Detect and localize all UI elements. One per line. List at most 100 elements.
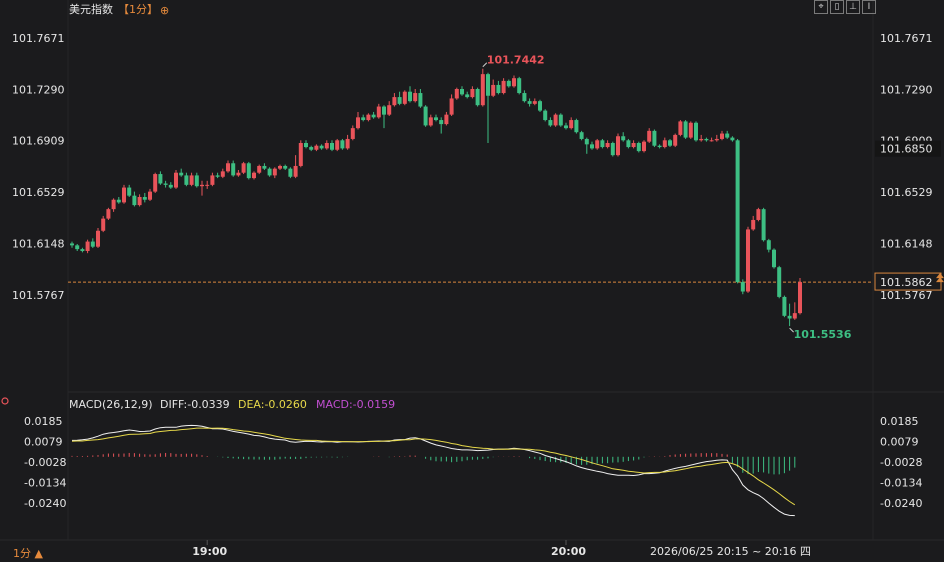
period-selector[interactable]: 1分 ▲ xyxy=(13,547,43,560)
price-tick-label: 101.7290 xyxy=(12,83,65,96)
candle-body xyxy=(600,140,605,148)
kline-chart: 美元指数 【1分】 ⊕ 101.7671101.7290101.6909101.… xyxy=(0,0,944,560)
candle-body xyxy=(80,249,85,252)
time-tick-label: 19:00 xyxy=(192,545,227,558)
candle-body xyxy=(434,117,438,121)
candle-body xyxy=(96,230,100,247)
candle-body xyxy=(444,114,449,125)
macd-histogram xyxy=(71,452,796,475)
candle-body xyxy=(376,106,381,118)
price-tick-label: 101.5767 xyxy=(12,289,65,302)
price-tick-label: 101.6148 xyxy=(880,237,933,250)
candle-body xyxy=(522,93,527,102)
candle-body xyxy=(340,140,345,149)
candle-body xyxy=(642,141,646,152)
candle-body xyxy=(621,136,626,141)
candle-body xyxy=(200,184,204,187)
candle-body xyxy=(631,143,636,148)
candle-body xyxy=(777,267,782,297)
candle-body xyxy=(766,240,771,250)
candle-body xyxy=(584,138,589,145)
candle-body xyxy=(605,143,610,148)
chart-type-icon[interactable]: ▯ xyxy=(830,0,844,14)
candle-body xyxy=(751,219,756,230)
price-tick-label: 101.6529 xyxy=(880,186,933,199)
price-tick-label: 101.5767 xyxy=(880,289,933,302)
candle-body xyxy=(153,174,158,192)
macd-tick-label: -0.0134 xyxy=(880,477,922,490)
candle-body xyxy=(787,315,792,319)
macd-tick-label: -0.0028 xyxy=(880,456,922,469)
candle-body xyxy=(70,243,74,246)
candle-body xyxy=(226,163,230,172)
candle-body xyxy=(163,183,168,185)
macd-tick-label: -0.0134 xyxy=(24,477,66,490)
candle-body xyxy=(595,140,600,149)
time-axis: 19:00 20:00 xyxy=(192,540,586,558)
time-range-label: 2026/06/25 20:15 ~ 20:16 四 xyxy=(650,545,811,558)
candle-body xyxy=(798,282,802,314)
price-axis-right: 101.7671101.7290101.6909101.6529101.6148… xyxy=(880,32,933,302)
macd-tick-label: -0.0028 xyxy=(24,456,66,469)
macd-settings-icon[interactable] xyxy=(1,397,9,405)
candle-body xyxy=(610,143,615,156)
candle-body xyxy=(350,128,355,139)
candle-body xyxy=(590,144,594,149)
price-axis-left: 101.7671 101.7290 101.6909 101.6529 101.6148… xyxy=(12,32,65,302)
candle-body xyxy=(335,140,340,150)
candle-body xyxy=(720,133,724,139)
candle-body xyxy=(293,165,298,177)
candle-body xyxy=(740,282,745,292)
macd-params: MACD(26,12,9) xyxy=(69,398,153,411)
price-tick-label: 101.6148 xyxy=(12,237,65,250)
macd-axis-left: 0.0185 0.0079 -0.0028 -0.0134 -0.0240 xyxy=(24,415,66,510)
candle-body xyxy=(148,191,152,200)
candle-body xyxy=(574,120,579,133)
candle-body xyxy=(220,171,225,177)
symbol-title: 美元指数 xyxy=(69,2,113,16)
candle-body xyxy=(298,143,303,166)
target-icon[interactable]: ⊕ xyxy=(160,4,169,17)
candle-body xyxy=(387,105,392,115)
candle-body xyxy=(652,130,657,146)
candle-body xyxy=(428,117,433,126)
candle-body xyxy=(709,140,714,142)
candle-body xyxy=(532,101,537,104)
candle-body xyxy=(657,145,662,148)
crosshair-icon[interactable]: ⌖ xyxy=(814,0,828,14)
candle-body xyxy=(423,106,428,126)
candle-body xyxy=(673,134,678,146)
macd-tick-label: -0.0240 xyxy=(880,497,922,510)
candle-body xyxy=(252,172,256,179)
candle-body xyxy=(408,91,412,102)
candle-body xyxy=(662,140,667,148)
line-icon[interactable]: Ⅰ xyxy=(862,0,876,14)
candle-body xyxy=(647,130,652,142)
candle-body xyxy=(267,168,272,176)
candle-body xyxy=(735,140,740,283)
candle-body xyxy=(158,174,163,184)
candle-body xyxy=(215,175,220,177)
candle-body xyxy=(512,78,516,87)
price-tick-label: 101.6529 xyxy=(12,186,65,199)
high-price-label: 101.7442 xyxy=(487,54,545,67)
candle-body xyxy=(761,209,766,241)
candle-body xyxy=(527,101,532,104)
indicator-icon[interactable]: ⊥ xyxy=(846,0,860,14)
candle-body xyxy=(746,229,750,292)
candle-body xyxy=(439,120,444,125)
candle-body xyxy=(231,163,236,176)
macd-tick-label: 0.0079 xyxy=(24,436,63,449)
candle-body xyxy=(496,84,501,94)
candle-body xyxy=(636,143,641,152)
candle-body xyxy=(272,168,277,176)
candle-body xyxy=(257,165,262,173)
candle-body xyxy=(278,165,282,169)
candle-body xyxy=(688,122,693,138)
candle-body xyxy=(772,249,776,268)
candle-body xyxy=(558,114,563,126)
candle-body xyxy=(127,187,132,196)
candle-body xyxy=(730,137,735,141)
candle-body xyxy=(465,94,470,98)
candle-body xyxy=(366,114,371,121)
